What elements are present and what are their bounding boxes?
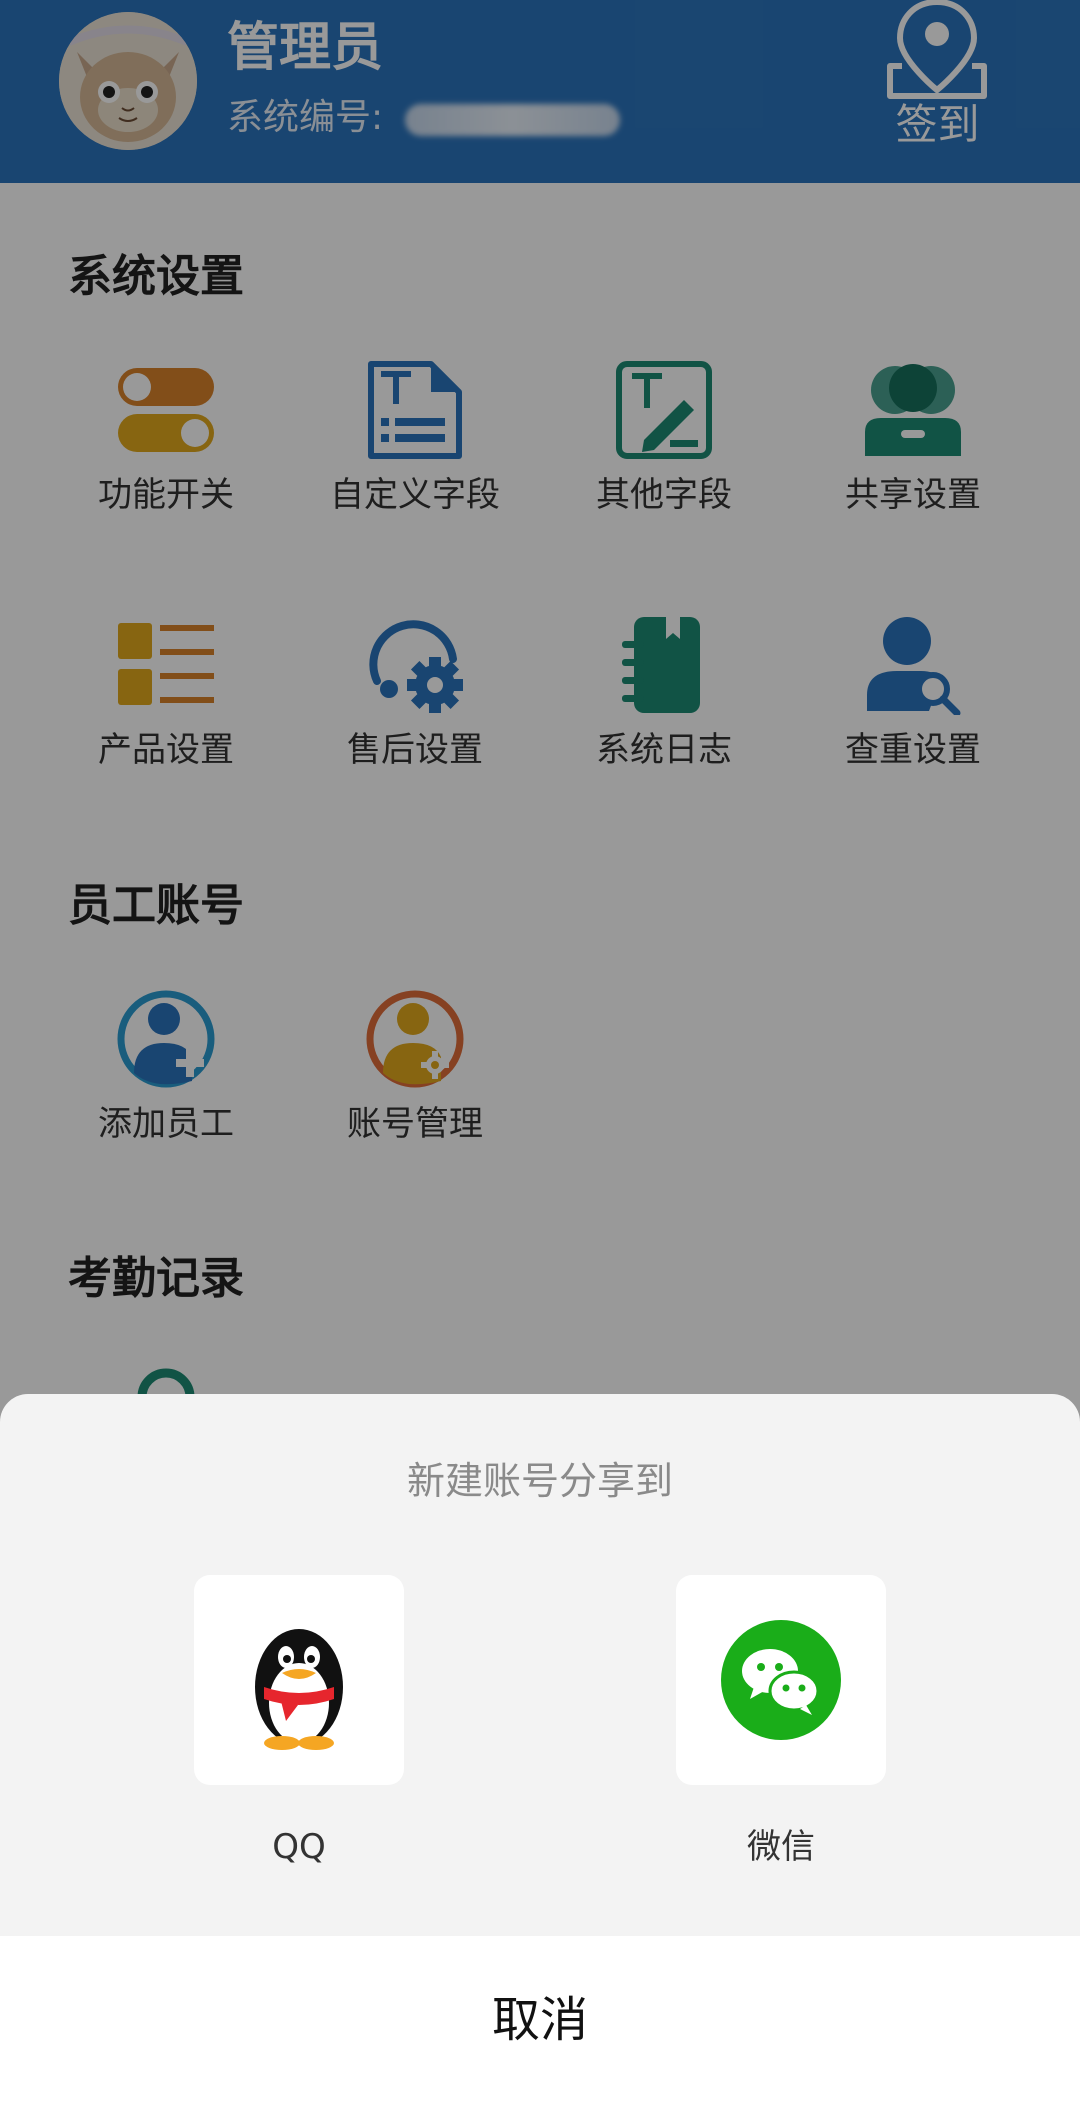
share-wechat-label: 微信 — [747, 1827, 815, 1867]
cancel-label: 取消 — [491, 1992, 588, 2048]
share-bottom-sheet: 新建账号分享到 QQ 微信 取消 — [0, 1394, 1080, 2120]
wechat-icon — [721, 1620, 841, 1740]
share-qq-label: QQ — [272, 1827, 326, 1867]
share-wechat-button[interactable] — [676, 1575, 886, 1785]
cancel-button[interactable]: 取消 — [0, 1936, 1080, 2120]
qq-penguin-icon — [255, 1629, 343, 1750]
share-sheet-title: 新建账号分享到 — [406, 1459, 673, 1503]
share-qq-button[interactable] — [194, 1575, 404, 1785]
